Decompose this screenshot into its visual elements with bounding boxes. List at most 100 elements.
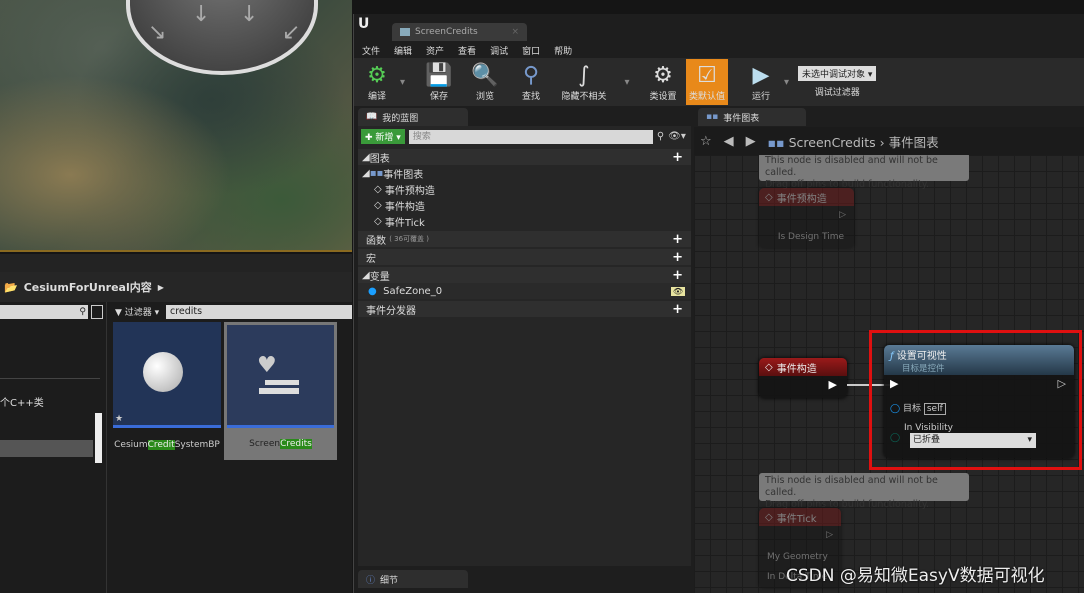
breadcrumb: ▪▪ ScreenCredits › 事件图表 [767,134,939,150]
add-icon: + [672,149,683,165]
variable-item[interactable]: ● SafeZone_0 👁 [358,283,691,299]
menu-view[interactable]: 查看 [458,47,476,57]
tree-item-cpp-classes[interactable]: 个C++类 [0,394,44,409]
asset-tile-selected[interactable]: ♥ ScreenCredits [224,322,337,460]
class-defaults-icon: ☑ [697,63,717,88]
blueprint-editor-window: U ScreenCredits × 文件 编辑 资产 查看 调试 窗口 帮助 ⚙ 编译 ▾ 💾 保存… [353,14,1084,593]
event-diamond-icon: ◇ [765,191,773,203]
editor-tab[interactable]: ScreenCredits × [392,23,527,41]
menu-asset[interactable]: 资产 [426,47,444,57]
event-diamond-icon: ◇ [374,215,382,227]
graph-icon: ▪▪ [706,112,719,122]
blueprint-search-input[interactable]: 搜索 [408,129,653,144]
level-viewport[interactable]: ↘ ↓ ↓ ↙ [0,0,352,252]
star-icon: ★ [115,414,124,424]
event-diamond-icon: ◇ [374,199,382,211]
event-construct-node[interactable]: ◇ 事件构造 ▶ [759,358,847,398]
event-diamond-icon: ◇ [765,361,773,373]
add-new-button[interactable]: ✚ 新增 ▾ [361,129,405,144]
object-pin-icon: ◯ [890,404,901,414]
graph-icon: ▪▪ [369,167,384,179]
sphere-thumbnail [143,352,183,392]
forward-arrow-icon[interactable]: ▶ [746,134,756,149]
tab-details[interactable]: ⓘ 细节 [358,570,468,588]
menu-help[interactable]: 帮助 [554,47,572,57]
event-graph-canvas[interactable]: This node is disabled and will not be ca… [694,155,1084,593]
my-blueprint-panel: ✚ 新增 ▾ 搜索 ⚲ 👁▾ ◢ 图表 + ◢ ▪▪ 事件图表 ◇ 事件预构造 ◇ 事件… [358,126,691,566]
divider [0,378,100,379]
tree-item-event[interactable]: ◇ 事件预构造 [358,181,691,197]
event-diamond-icon: ◇ [374,183,382,195]
tab-my-blueprint[interactable]: 📖 我的蓝图 [358,108,468,126]
tree-item-event[interactable]: ◇ 事件Tick [358,213,691,229]
menu-window[interactable]: 窗口 [522,47,540,57]
hide-unrelated-button[interactable]: ∫ 隐藏不相关 [554,59,614,105]
exec-out-pin-icon: ▷ [1057,377,1066,390]
enum-pin-icon: ◯ [890,433,901,443]
dome-arrows-icon: ↘ ↓ ↓ ↙ [126,0,318,75]
content-browser: ⚲ 个C++类 ▼ 过滤器 ▾ credits ★ CesiumCreditSy… [0,302,352,593]
section-functions[interactable]: 函数 ( 36可覆盖 ) + [358,231,691,247]
disabled-node-comment: This node is disabled and will not be ca… [759,473,969,510]
asset-tile[interactable]: ★ CesiumCreditSystemBP [113,322,221,460]
menu-edit[interactable]: 编辑 [394,47,412,57]
chevron-right-icon[interactable]: ▶ [158,283,164,292]
class-defaults-button[interactable]: ☑ 类默认值 [686,59,728,105]
folder-search-input[interactable]: ⚲ [0,305,88,319]
filter-button[interactable]: ▼ 过滤器 ▾ [115,305,159,318]
exec-out-pin-icon: ▶ [828,378,837,391]
set-visibility-node[interactable]: ƒ 设置可视性 目标是控件 ▶ ▷ ◯ 目标 self In Visibility… [884,345,1074,458]
visibility-eye-icon[interactable]: 👁 [670,286,685,296]
class-settings-button[interactable]: ⚙ 类设置 [640,59,686,105]
browse-icon: 🔍 [471,63,499,88]
unreal-logo-icon: U [358,16,370,32]
asset-name: ScreenCredits [249,439,312,449]
variable-dot-icon: ● [368,285,377,297]
visibility-dropdown[interactable]: 已折叠 ▾ [910,433,1036,448]
asset-name: CesiumCreditSystemBP [114,440,220,450]
exec-out-pin-icon: ▷ [826,530,833,540]
tree-item-event-graph[interactable]: ◢ ▪▪ 事件图表 [358,165,691,181]
tree-item-selected[interactable] [0,440,93,457]
back-arrow-icon[interactable]: ◀ [724,134,734,149]
find-icon: ⚲ [522,63,540,88]
close-icon[interactable]: × [511,27,519,37]
content-browser-path[interactable]: 📂 CesiumForUnreal内容 ▶ [0,272,352,302]
compile-icon: ⚙ [367,63,387,88]
watermark: CSDN @易知微EasyV数据可视化 [786,566,1045,586]
tab-event-graph[interactable]: ▪▪ 事件图表 [698,108,806,126]
star-icon[interactable]: ☆ [700,134,712,149]
section-variables[interactable]: ◢ 变量 + [358,267,691,283]
menu-debug[interactable]: 调试 [490,47,508,57]
scrollbar[interactable] [95,413,102,463]
browse-button[interactable]: 🔍 浏览 [462,59,508,105]
tree-item-event[interactable]: ◇ 事件构造 [358,197,691,213]
event-diamond-icon: ◇ [765,511,773,523]
viewport-bottom-bar [0,254,352,272]
class-settings-icon: ⚙ [653,63,673,88]
add-icon: + [672,301,683,317]
asset-search-input[interactable]: credits [166,305,352,319]
exec-in-pin-icon: ▶ [890,377,899,390]
list-view-icon[interactable] [91,305,103,319]
search-icon: ⚲ [79,307,86,317]
section-macros[interactable]: 宏 + [358,249,691,265]
function-icon: ƒ [890,350,894,362]
play-button[interactable]: ▶ 运行 [738,59,784,105]
section-graphs[interactable]: ◢ 图表 + [358,149,691,165]
section-dispatchers[interactable]: 事件分发器 + [358,301,691,317]
save-button[interactable]: 💾 保存 [416,59,462,105]
heart-thumbnail: ♥ [257,353,277,378]
find-button[interactable]: ⚲ 查找 [508,59,554,105]
target-value[interactable]: self [923,403,946,415]
eye-icon[interactable]: 👁▾ [668,131,686,142]
add-icon: + [672,249,683,265]
toolbar: ⚙ 编译 ▾ 💾 保存 🔍 浏览 ⚲ 查找 ∫ 隐藏不相关 ▾ ⚙ 类设置 ☑ 类默认值 ▶ 运行 ▾… [354,58,1084,106]
disabled-node-comment: This node is disabled and will not be ca… [759,155,969,190]
save-icon: 💾 [425,63,453,88]
compile-button[interactable]: ⚙ 编译 [354,59,400,105]
menu-file[interactable]: 文件 [362,47,380,57]
event-pre-construct-node[interactable]: ◇ 事件预构造 ▷ Is Design Time [759,188,854,248]
search-icon: ⚲ [656,131,665,142]
debug-object-select[interactable]: 未选中调试对象 ▾ [798,66,877,81]
